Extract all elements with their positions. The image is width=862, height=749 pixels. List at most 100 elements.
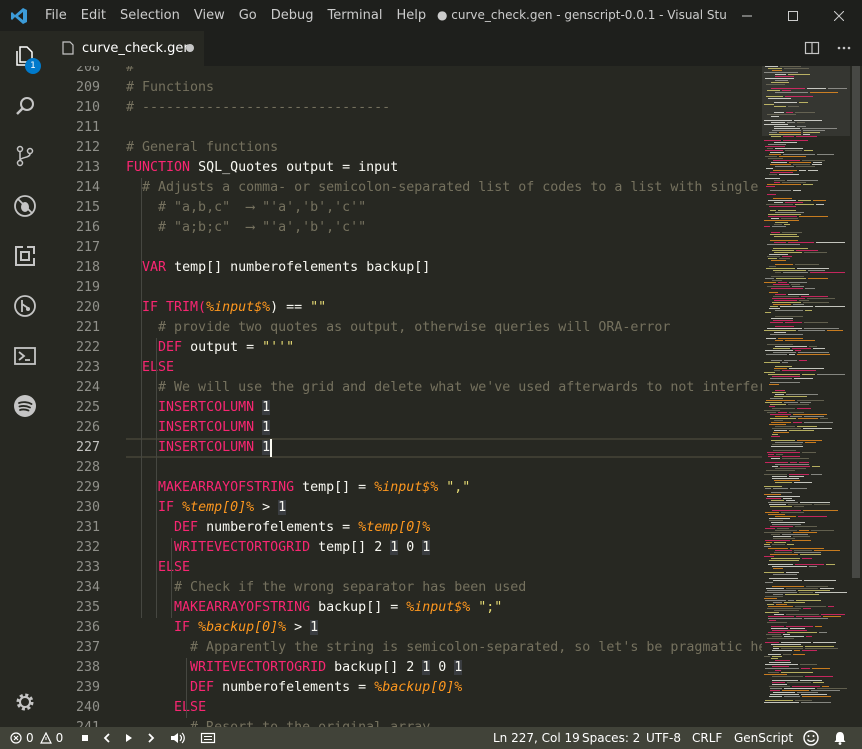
minimap-line bbox=[810, 272, 845, 274]
code-line[interactable]: 212 # General functions bbox=[50, 138, 762, 158]
minimap-line bbox=[770, 190, 791, 192]
menu-selection[interactable]: Selection bbox=[113, 0, 187, 31]
line-number: 241 bbox=[50, 718, 100, 727]
terminal-icon[interactable] bbox=[0, 331, 50, 381]
minimap-line bbox=[771, 136, 781, 138]
minimap-line bbox=[785, 150, 802, 152]
source-control-icon[interactable] bbox=[0, 131, 50, 181]
menu-debug[interactable]: Debug bbox=[264, 0, 321, 31]
code-line[interactable]: 218 VAR temp[] numberofelements backup[] bbox=[50, 258, 762, 278]
minimap-line bbox=[799, 102, 808, 104]
playlist-icon[interactable] bbox=[200, 727, 216, 749]
menu-go[interactable]: Go bbox=[232, 0, 264, 31]
minimap-line bbox=[771, 436, 780, 438]
encoding[interactable]: UTF-8 bbox=[646, 727, 681, 749]
line-number: 232 bbox=[75, 540, 100, 555]
debug-icon[interactable] bbox=[0, 181, 50, 231]
vertical-scrollbar[interactable] bbox=[850, 66, 862, 727]
minimap-line bbox=[769, 560, 799, 562]
scrollbar-thumb[interactable] bbox=[852, 66, 860, 578]
line-content: INSERTCOLUMN 1 bbox=[158, 400, 271, 415]
minimap-line bbox=[816, 242, 845, 244]
code-line[interactable]: 208 # bbox=[50, 66, 762, 78]
line-number: 210 bbox=[75, 100, 100, 115]
git-graph-icon[interactable] bbox=[0, 281, 50, 331]
code-line[interactable]: 240 ELSE bbox=[50, 698, 762, 718]
notifications-bell-icon[interactable] bbox=[832, 727, 848, 749]
line-number: 225 bbox=[75, 400, 100, 415]
code-line[interactable]: 210 # ------------------------------- bbox=[50, 98, 762, 118]
minimize-button[interactable] bbox=[724, 0, 770, 31]
vscode-logo-icon bbox=[0, 0, 38, 31]
code-line[interactable]: 214 # Adjusts a comma- or semicolon-sepa… bbox=[50, 178, 762, 198]
minimap-line bbox=[793, 422, 802, 424]
extensions-icon[interactable] bbox=[0, 231, 50, 281]
minimap-line bbox=[766, 84, 785, 86]
spotify-icon[interactable] bbox=[0, 381, 50, 431]
minimap[interactable] bbox=[762, 66, 850, 727]
menu-help[interactable]: Help bbox=[389, 0, 433, 31]
minimap-line bbox=[793, 654, 805, 656]
minimap-line bbox=[772, 650, 792, 652]
explorer-icon[interactable]: 1 bbox=[0, 31, 50, 81]
minimap-line bbox=[765, 582, 773, 584]
code-line[interactable]: 238 WRITEVECTORTOGRID backup[] 2 1 0 1 bbox=[50, 658, 762, 678]
minimap-line bbox=[817, 154, 834, 156]
stop-icon[interactable] bbox=[78, 727, 92, 749]
menu-file[interactable]: File bbox=[38, 0, 74, 31]
code-line[interactable]: 215 # "a,b,c" ⟶ "'a','b','c'" bbox=[50, 198, 762, 218]
line-number: 227 bbox=[75, 440, 100, 455]
code-line[interactable]: 220 IF TRIM(%input$%) == "" bbox=[50, 298, 762, 318]
close-window-button[interactable] bbox=[816, 0, 862, 31]
minimap-line bbox=[789, 430, 814, 432]
indentation[interactable]: Spaces: 2 bbox=[582, 727, 640, 749]
minimap-line bbox=[782, 458, 809, 460]
minimap-line bbox=[787, 544, 794, 546]
code-line[interactable]: 217 bbox=[50, 238, 762, 258]
line-content: MAKEARRAYOFSTRING temp[] = %input$% "," bbox=[158, 480, 471, 495]
code-line[interactable]: 241 # Resort to the original array bbox=[50, 718, 762, 727]
code-line[interactable]: 236 IF %backup[0]% > 1 bbox=[50, 618, 762, 638]
code-line[interactable]: 219 bbox=[50, 278, 762, 298]
menu-edit[interactable]: Edit bbox=[74, 0, 113, 31]
problems-indicator[interactable]: 0 0 bbox=[10, 727, 63, 749]
line-endings[interactable]: CRLF bbox=[692, 727, 722, 749]
code-editor[interactable]: 208 #209 # Functions 210 # -----------------… bbox=[50, 66, 762, 727]
minimap-line bbox=[805, 310, 812, 312]
more-actions-icon[interactable] bbox=[834, 38, 854, 58]
line-content: MAKEARRAYOFSTRING backup[] = %input$% ";… bbox=[174, 600, 503, 615]
minimap-line bbox=[770, 334, 803, 336]
line-number: 228 bbox=[75, 460, 100, 475]
minimap-line bbox=[804, 618, 828, 620]
volume-icon[interactable] bbox=[170, 727, 186, 749]
minimap-line bbox=[783, 272, 808, 274]
play-icon[interactable] bbox=[122, 727, 136, 749]
settings-gear-icon[interactable] bbox=[0, 677, 50, 727]
menu-view[interactable]: View bbox=[187, 0, 232, 31]
unsaved-dot-icon[interactable] bbox=[186, 44, 194, 52]
code-line[interactable]: 209 # Functions bbox=[50, 78, 762, 98]
line-content: FUNCTION SQL_Quotes output = input bbox=[126, 160, 399, 175]
minimap-line bbox=[785, 340, 815, 342]
split-editor-icon[interactable] bbox=[802, 38, 822, 58]
previous-track-icon[interactable] bbox=[100, 727, 114, 749]
code-line[interactable]: 221 # provide two quotes as output, othe… bbox=[50, 318, 762, 338]
menu-terminal[interactable]: Terminal bbox=[321, 0, 390, 31]
tab-curve-check[interactable]: curve_check.gen bbox=[50, 31, 204, 66]
code-line[interactable]: 211 bbox=[50, 118, 762, 138]
line-content: ELSE bbox=[142, 360, 175, 375]
cursor-position[interactable]: Ln 227, Col 19 bbox=[493, 727, 580, 749]
minimap-line bbox=[766, 470, 795, 472]
code-line[interactable]: 237 # Apparently the string is semicolon… bbox=[50, 638, 762, 658]
minimap-line bbox=[766, 168, 773, 170]
maximize-button[interactable] bbox=[770, 0, 816, 31]
code-line[interactable]: 239 DEF numberofelements = %backup[0]% bbox=[50, 678, 762, 698]
code-line[interactable]: 213 FUNCTION SQL_Quotes output = input bbox=[50, 158, 762, 178]
feedback-smiley-icon[interactable] bbox=[803, 727, 819, 749]
language-mode[interactable]: GenScript bbox=[734, 727, 793, 749]
code-line[interactable]: 216 # "a;b;c" ⟶ "'a','b','c'" bbox=[50, 218, 762, 238]
next-track-icon[interactable] bbox=[144, 727, 158, 749]
minimap-line bbox=[802, 650, 817, 652]
search-icon[interactable] bbox=[0, 81, 50, 131]
minimap-line bbox=[797, 354, 830, 356]
